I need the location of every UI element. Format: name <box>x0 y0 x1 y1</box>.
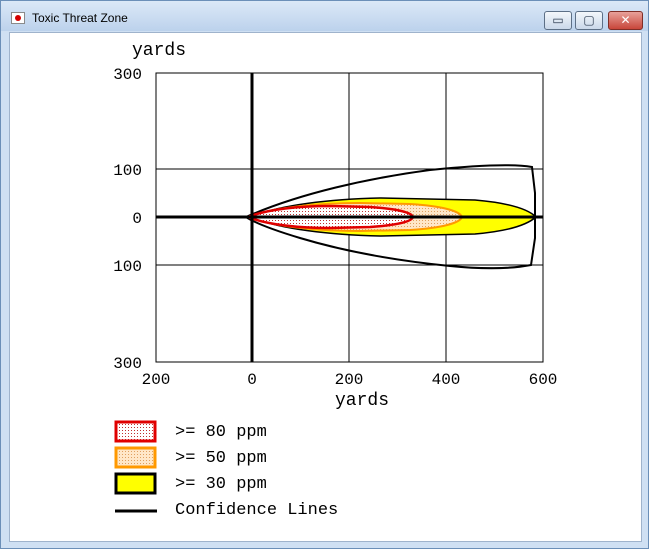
y-tick-label: 100 <box>113 162 142 180</box>
maximize-button[interactable]: ▢ <box>575 11 603 30</box>
minimize-button[interactable]: ▭ <box>544 11 572 30</box>
y-tick-label: 0 <box>132 210 142 228</box>
legend-swatch-80-ppm <box>114 420 157 443</box>
legend-swatch-50-ppm <box>114 446 157 469</box>
client-area: yards 300 100 0 100 300 200 0 200 400 60… <box>9 32 642 542</box>
window-title: Toxic Threat Zone <box>32 11 128 25</box>
x-tick-label: 0 <box>247 371 257 389</box>
x-axis-unit: yards <box>335 391 389 411</box>
app-window: Toxic Threat Zone ▭ ▢ ✕ yards 300 100 0 … <box>0 0 649 549</box>
title-bar[interactable]: Toxic Threat Zone ▭ ▢ ✕ <box>1 1 648 31</box>
y-tick-label: 100 <box>113 258 142 276</box>
legend-label-30-ppm: >= 30 ppm <box>175 475 267 494</box>
x-tick-label: 600 <box>529 371 558 389</box>
legend-label-80-ppm: >= 80 ppm <box>175 423 267 442</box>
x-tick-label: 200 <box>142 371 171 389</box>
legend: >= 80 ppm >= 50 ppm >= 30 ppm Confidence… <box>114 420 338 520</box>
app-icon <box>11 12 25 24</box>
legend-swatch-30-ppm <box>114 472 157 495</box>
x-tick-label: 400 <box>432 371 461 389</box>
x-tick-label: 200 <box>335 371 364 389</box>
y-tick-label: 300 <box>113 355 142 373</box>
threat-zone-plot: yards 300 100 0 100 300 200 0 200 400 60… <box>113 41 558 520</box>
y-axis-unit: yards <box>132 41 186 61</box>
close-button[interactable]: ✕ <box>608 11 643 30</box>
y-tick-label: 300 <box>113 66 142 84</box>
legend-label-50-ppm: >= 50 ppm <box>175 449 267 468</box>
legend-label-confidence-lines: Confidence Lines <box>175 501 338 520</box>
